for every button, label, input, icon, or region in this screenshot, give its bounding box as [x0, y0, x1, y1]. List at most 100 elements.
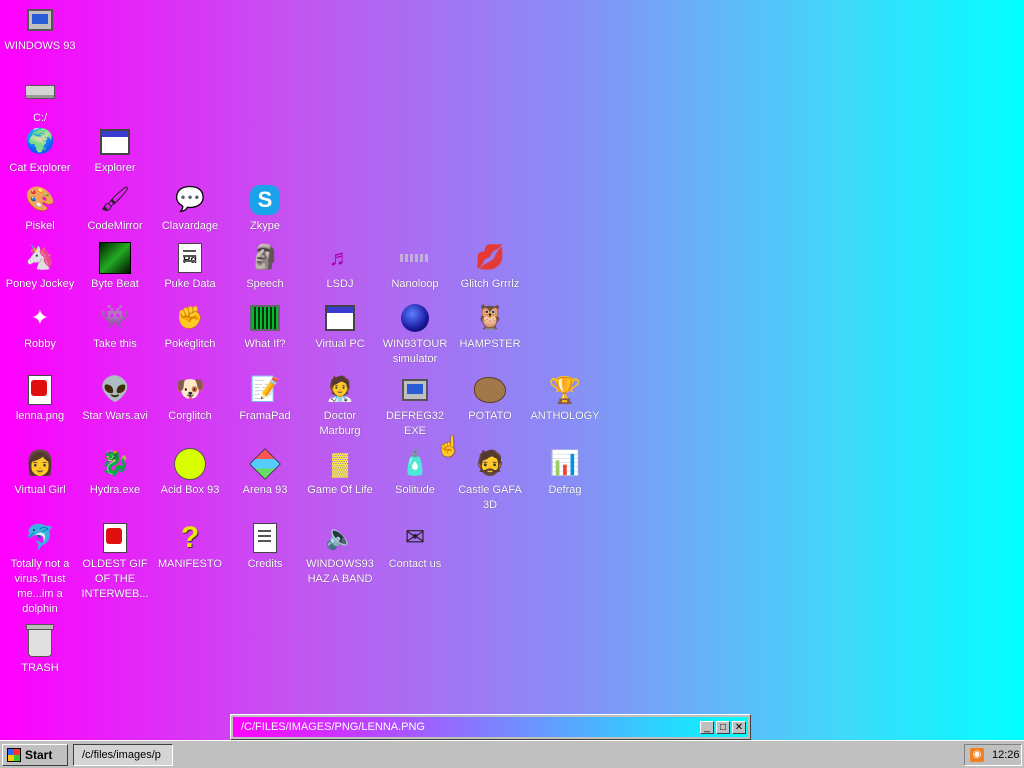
desktop-icon[interactable]: Pd Puke Data [152, 242, 228, 292]
virtual-pc-icon [324, 302, 356, 334]
desktop-icon-label: Castle GAFA 3D [458, 484, 522, 511]
hand-cursor-icon: ☝ [436, 436, 461, 458]
desktop-icon[interactable]: ♬ LSDJ [302, 242, 378, 292]
desktop-icon[interactable]: 👽 Star Wars.avi [77, 374, 153, 424]
desktop-icon-label: Credits [247, 558, 283, 570]
speaker-icon: 🔈 [325, 524, 355, 551]
start-label: Start [25, 748, 53, 762]
desktop-icon[interactable]: ✉ Contact us [377, 522, 453, 572]
desktop-icon[interactable]: S Zkype [227, 184, 303, 234]
desktop-icon[interactable]: 🐶 Corglitch [152, 374, 228, 424]
desktop-icon[interactable]: 🧑‍⚕️ Doctor Marburg [302, 374, 378, 439]
gif-file-icon [99, 522, 131, 554]
close-button[interactable]: ✕ [732, 720, 746, 734]
desktop-icon[interactable]: POTATO [452, 374, 528, 424]
desktop-icon[interactable]: TRASH [2, 624, 78, 676]
bytebeat-icon [99, 242, 131, 274]
desktop-icon-label: Glitch Grrrlz [460, 278, 520, 290]
desktop-icon-label: Piskel [25, 220, 55, 232]
desktop-icon-label: Doctor Marburg [319, 410, 361, 437]
solitude-icon: 🧴 [400, 450, 430, 477]
desktop-icon[interactable]: Credits [227, 522, 303, 572]
desktop-icon[interactable]: Arena 93 [227, 448, 303, 498]
desktop-icon[interactable]: DEFREG32 EXE [377, 374, 453, 439]
desktop-icon[interactable]: Nanoloop [377, 242, 453, 292]
defrag-icon: 📊 [550, 450, 580, 477]
desktop-icon[interactable]: What If? [227, 302, 303, 352]
desktop-icon[interactable]: ✊ Pokéglitch [152, 302, 228, 352]
desktop-icon[interactable]: Explorer [77, 126, 153, 176]
desktop-icon-label: Take this [93, 338, 137, 350]
desktop-icon-label: POTATO [468, 410, 512, 422]
desktop-icon[interactable]: 🧔 Castle GAFA 3D [452, 448, 528, 513]
desktop-icon-label: Virtual PC [315, 338, 365, 350]
nanoloop-icon [399, 242, 431, 274]
desktop-icon[interactable]: WINDOWS 93 [2, 4, 78, 54]
lips-icon: 💋 [475, 244, 505, 271]
desktop-icon[interactable]: 👩 Virtual Girl [2, 448, 78, 498]
desktop-icon-label: WINDOWS 93 [4, 40, 76, 52]
minimize-button[interactable]: _ [700, 720, 714, 734]
desktop-icon[interactable]: Acid Box 93 [152, 448, 228, 498]
desktop-icon[interactable]: 📊 Defrag [527, 448, 603, 498]
desktop-icon[interactable]: 👾 Take this [77, 302, 153, 352]
zkype-icon: S [249, 184, 281, 216]
desktop-icon[interactable]: 🗿 Speech [227, 242, 303, 292]
desktop-icon-label: OLDEST GIF OF THE INTERWEB... [81, 558, 149, 600]
speech-face-icon: 🗿 [250, 244, 280, 271]
desktop-icon[interactable]: lenna.png [2, 374, 78, 424]
desktop-icon[interactable]: 🐉 Hydra.exe [77, 448, 153, 498]
defreg-icon [399, 374, 431, 406]
pokeglitch-icon: ✊ [176, 305, 204, 330]
lsdj-icon: ♬ [329, 245, 351, 270]
doctor-icon: 🧑‍⚕️ [325, 376, 355, 403]
castle-face-icon: 🧔 [475, 450, 505, 477]
maximize-button[interactable]: □ [716, 720, 730, 734]
desktop-icon[interactable]: Byte Beat [77, 242, 153, 292]
window-title: /C/FILES/IMAGES/PNG/LENNA.PNG [241, 721, 425, 733]
desktop-icon[interactable]: 🖌 CodeMirror [77, 184, 153, 234]
desktop-icon[interactable]: Virtual PC [302, 302, 378, 352]
desktop-icon[interactable]: ▓ Game Of Life [302, 448, 378, 498]
taskbar: Start /c/files/images/p ◉ 12:26 [0, 740, 1024, 768]
desktop-icon-label: ANTHOLOGY [530, 410, 600, 422]
yoda-icon: 👽 [100, 376, 130, 403]
desktop-icon[interactable]: 🦄 Poney Jockey [2, 242, 78, 292]
desktop-icon-label: WINDOWS93 HAZ A BAND [306, 558, 374, 585]
paint-palette-icon: 🎨 [25, 186, 55, 213]
desktop-icon[interactable]: 📝 FramaPad [227, 374, 303, 424]
desktop-icon[interactable]: ✦ Robby [2, 302, 78, 352]
minimized-window[interactable]: /C/FILES/IMAGES/PNG/LENNA.PNG _ □ ✕ [230, 714, 751, 740]
desktop-icon-label: Explorer [94, 162, 136, 174]
desktop-icon[interactable]: 💬 Clavardage [152, 184, 228, 234]
desktop-icon[interactable]: 🐬 Totally not a virus.Trust me...im a dol… [2, 522, 78, 617]
taskbar-item[interactable]: /c/files/images/p [73, 744, 173, 766]
clock: 12:26 [992, 749, 1020, 761]
desktop-icon-label: Acid Box 93 [160, 484, 220, 496]
desktop-icon[interactable]: WIN93TOUR simulator [377, 302, 453, 367]
desktop-icon-label: Arena 93 [242, 484, 288, 496]
robby-icon: ✦ [30, 305, 50, 330]
desktop-icon[interactable]: 🌍 Cat Explorer [2, 126, 78, 176]
desktop-icon-label: Defrag [548, 484, 582, 496]
window-titlebar[interactable]: /C/FILES/IMAGES/PNG/LENNA.PNG _ □ ✕ [233, 717, 748, 737]
codemirror-icon: 🖌 [99, 186, 131, 213]
desktop-icon[interactable]: 🎨 Piskel [2, 184, 78, 234]
desktop-icon-label: Solitude [395, 484, 435, 496]
desktop-icon-label: Star Wars.avi [82, 410, 148, 422]
desktop-icon-label: MANIFESTO [158, 558, 222, 570]
desktop-icon[interactable]: 🔈 WINDOWS93 HAZ A BAND [302, 522, 378, 587]
desktop-icon[interactable]: 🏆 ANTHOLOGY [527, 374, 603, 424]
text-file-icon [249, 522, 281, 554]
desktop-icon[interactable]: OLDEST GIF OF THE INTERWEB... [77, 522, 153, 602]
desktop-icon[interactable]: ? MANIFESTO [152, 522, 228, 572]
desktop-icon[interactable]: 💋 Glitch Grrrlz [452, 242, 528, 292]
desktop-icon[interactable]: 🦉 HAMPSTER [452, 302, 528, 352]
start-button[interactable]: Start [2, 744, 68, 766]
black-hole-icon [399, 302, 431, 334]
drive-icon [24, 76, 56, 108]
desktop-icon[interactable]: C:/ [2, 76, 78, 126]
hydra-icon: 🐉 [100, 450, 130, 477]
system-tray: ◉ 12:26 [964, 744, 1022, 766]
rss-icon[interactable]: ◉ [970, 748, 984, 762]
